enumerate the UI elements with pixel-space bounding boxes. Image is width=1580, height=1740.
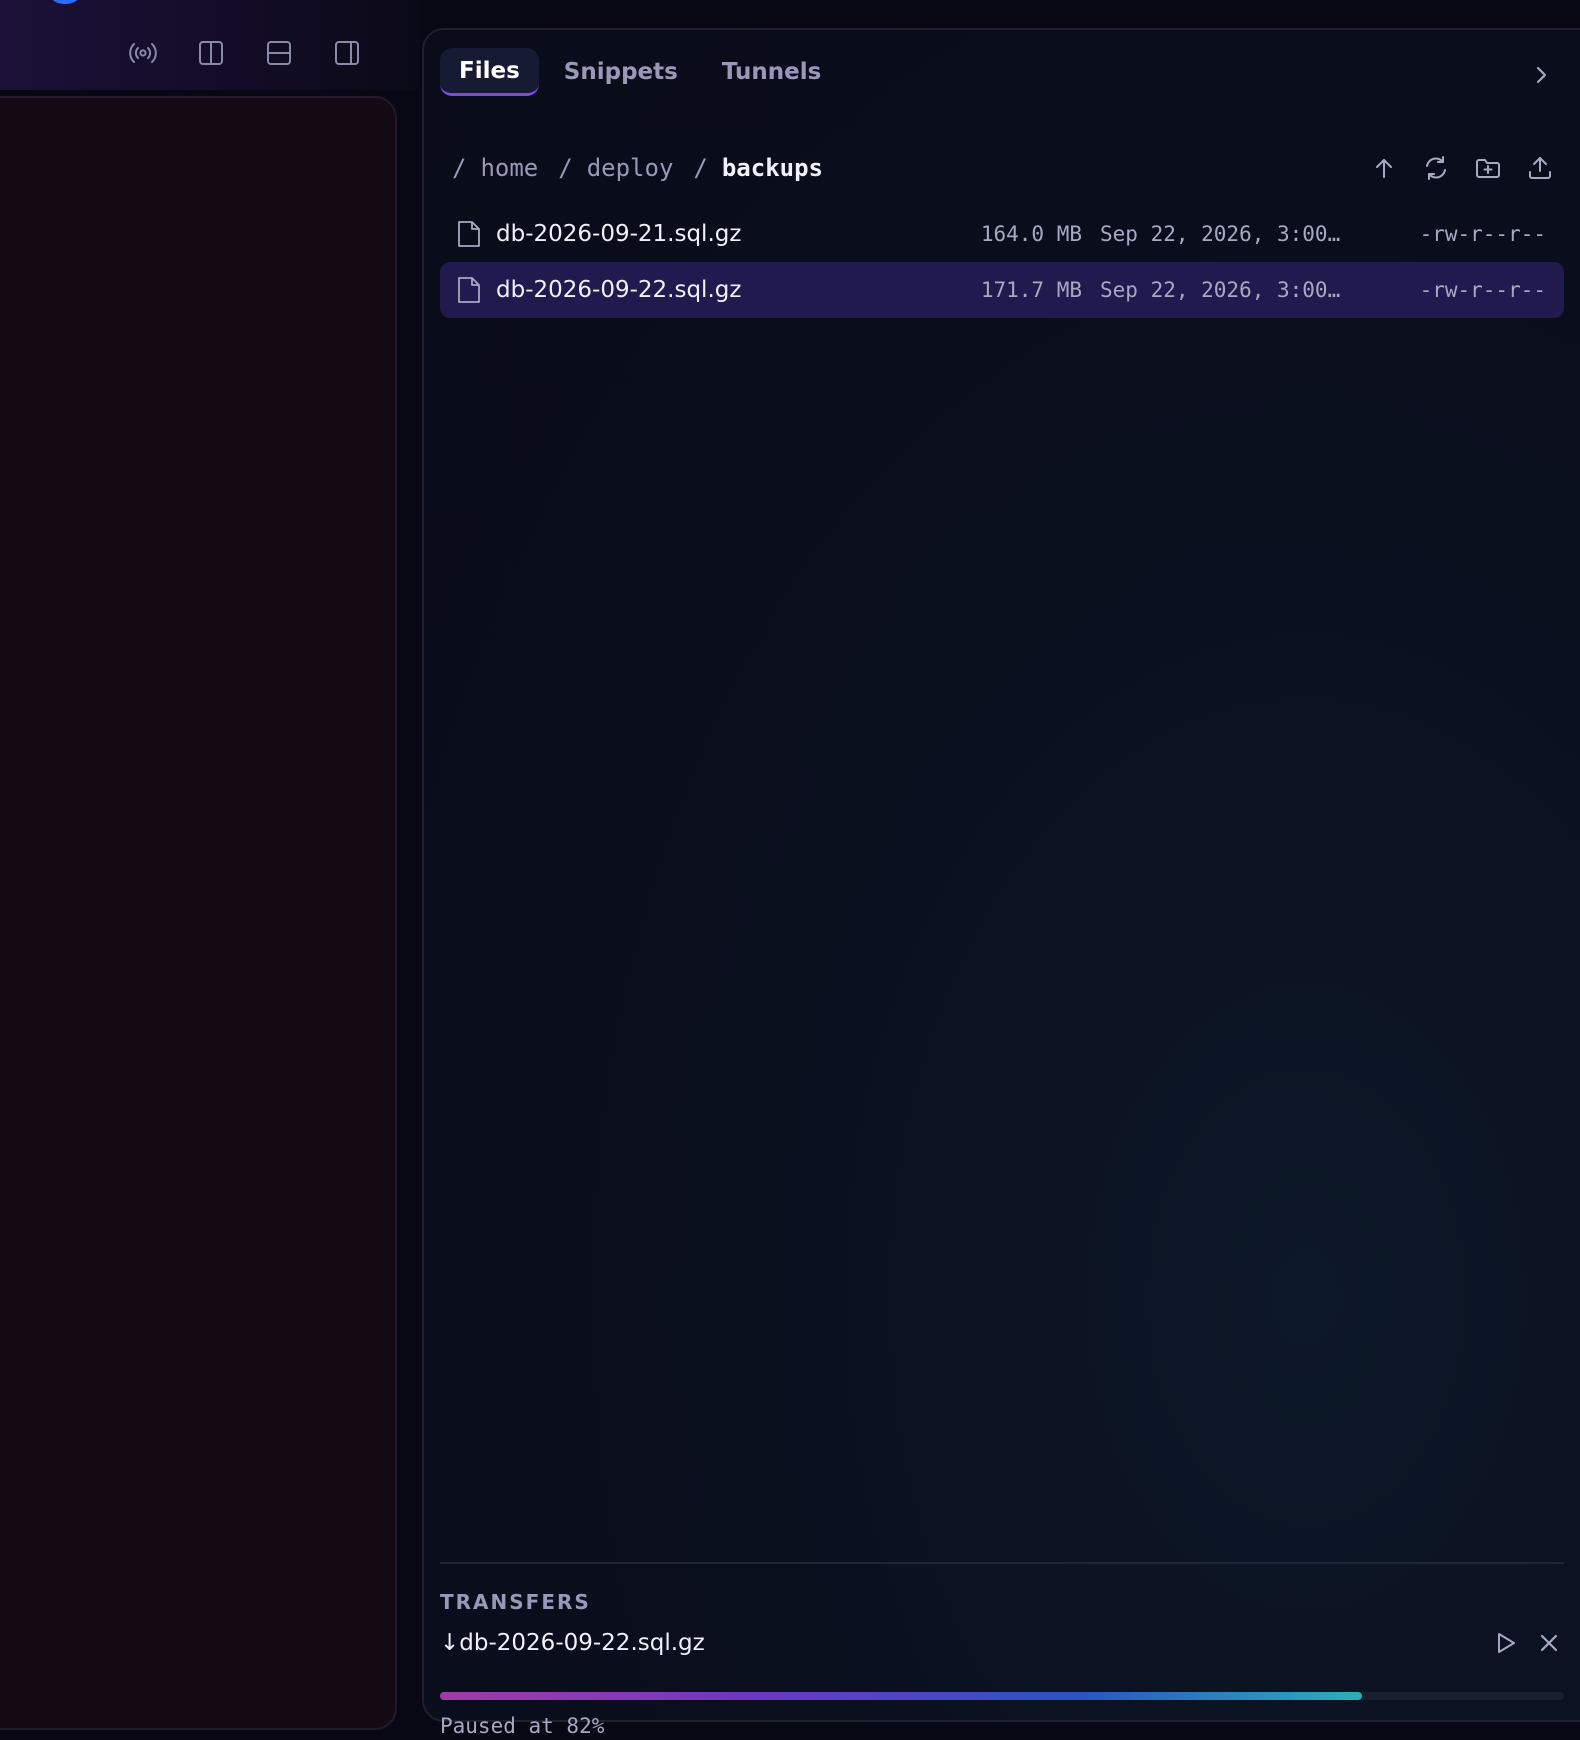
file-name: db-2026-09-21.sql.gz: [496, 221, 742, 247]
file-row[interactable]: db-2026-09-21.sql.gz 164.0 MB Sep 22, 20…: [440, 206, 1564, 262]
breadcrumb-separator: /: [558, 154, 573, 182]
arrow-up-icon: [1376, 159, 1392, 178]
terminal-pane[interactable]: [0, 96, 397, 1730]
breadcrumb-deploy[interactable]: deploy: [587, 154, 674, 182]
transfers-section: TRANSFERS ↓db-2026-09-22.sql.gz Paused a…: [440, 1562, 1564, 1738]
toolbar: [124, 34, 366, 72]
file-row-selected[interactable]: db-2026-09-22.sql.gz 171.7 MB Sep 22, 20…: [440, 262, 1564, 318]
upload-icon: [1529, 157, 1551, 179]
file-icon: [458, 221, 480, 247]
tab-tunnels[interactable]: Tunnels: [703, 48, 840, 96]
breadcrumb: / home / deploy / backups: [452, 148, 843, 188]
transfer-actions: [1490, 1628, 1564, 1658]
folder-plus-icon: [1476, 159, 1500, 178]
sidebar-right-icon: [335, 41, 359, 65]
transfer-item: ↓db-2026-09-22.sql.gz: [440, 1630, 705, 1656]
file-size: 164.0 MB: [980, 222, 1082, 246]
parent-folder-button[interactable]: [1366, 150, 1402, 186]
toggle-sidebar-button[interactable]: [328, 34, 366, 72]
file-permissions: -rw-r--r--: [1419, 222, 1546, 246]
new-folder-button[interactable]: [1470, 150, 1506, 186]
file-icon: [458, 277, 480, 303]
collapse-panel-button[interactable]: [1526, 60, 1556, 90]
cancel-transfer-button[interactable]: [1534, 1628, 1564, 1658]
tab-snippets[interactable]: Snippets: [545, 48, 697, 96]
transfers-title: TRANSFERS: [440, 1590, 591, 1614]
resume-transfer-button[interactable]: [1490, 1628, 1520, 1658]
file-modified: Sep 22, 2026, 3:00…: [1100, 278, 1341, 302]
play-icon: [1498, 1633, 1515, 1653]
panel-tabs: Files Snippets Tunnels: [440, 48, 846, 96]
split-vertical-button[interactable]: [192, 34, 230, 72]
chevron-right-icon: [1536, 66, 1547, 84]
breadcrumb-home[interactable]: home: [480, 154, 538, 182]
transfer-progress-fill: [440, 1692, 1362, 1700]
refresh-icon: [1426, 156, 1446, 180]
file-permissions: -rw-r--r--: [1419, 278, 1546, 302]
file-modified: Sep 22, 2026, 3:00…: [1100, 222, 1341, 246]
download-arrow-icon: ↓: [440, 1630, 460, 1656]
split-vertical-icon: [199, 41, 223, 65]
side-panel: Files Snippets Tunnels / home / deploy /…: [422, 28, 1580, 1738]
close-icon: [1540, 1634, 1558, 1652]
transfer-file-name: db-2026-09-22.sql.gz: [459, 1630, 705, 1656]
refresh-button[interactable]: [1418, 150, 1454, 186]
tab-files[interactable]: Files: [440, 48, 539, 96]
transfer-progress-bar: [440, 1692, 1564, 1700]
breadcrumb-root[interactable]: /: [452, 154, 466, 182]
breadcrumb-separator: /: [693, 154, 708, 182]
path-actions: [1366, 150, 1558, 186]
file-name: db-2026-09-22.sql.gz: [496, 277, 742, 303]
file-size: 171.7 MB: [980, 278, 1082, 302]
breadcrumb-current: backups: [721, 154, 824, 182]
file-list: db-2026-09-21.sql.gz 164.0 MB Sep 22, 20…: [440, 206, 1564, 318]
transfer-status: Paused at 82%: [440, 1714, 605, 1738]
split-horizontal-icon: [267, 41, 291, 65]
broadcast-button[interactable]: [124, 34, 162, 72]
upload-button[interactable]: [1522, 150, 1558, 186]
broadcast-icon: [129, 43, 157, 63]
split-horizontal-button[interactable]: [260, 34, 298, 72]
